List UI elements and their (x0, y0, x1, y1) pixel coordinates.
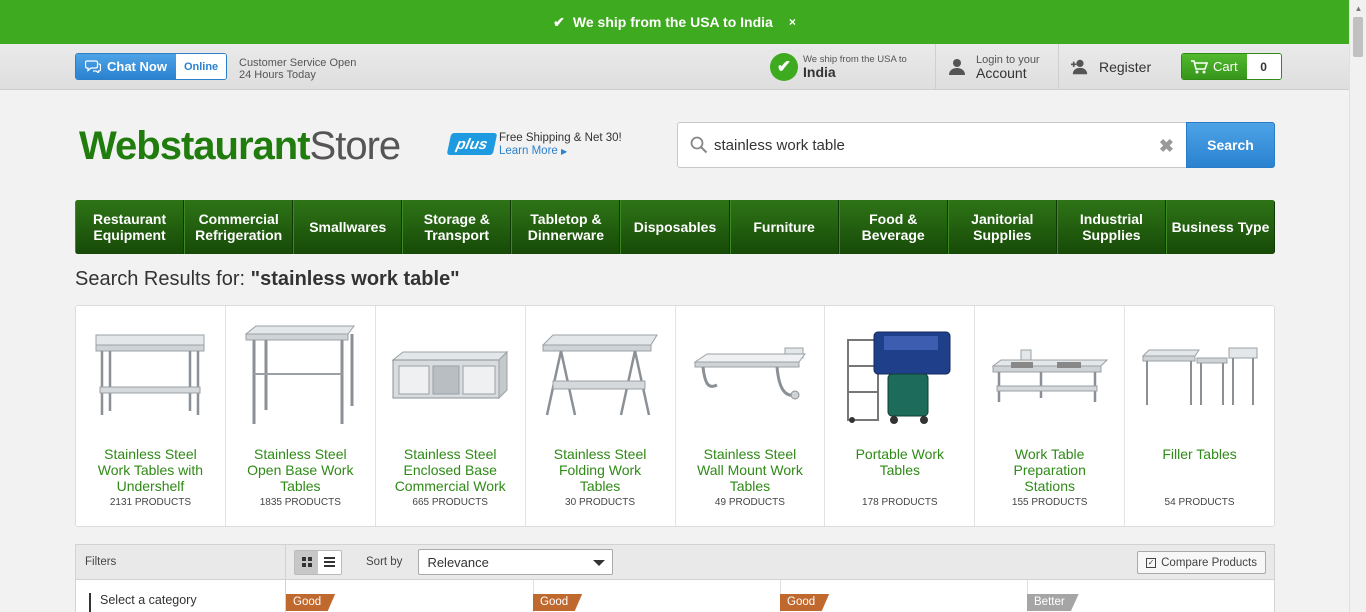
divider (285, 580, 286, 612)
user-icon (949, 59, 965, 75)
category-name[interactable]: Stainless Steel Wall Mount Work Tables (676, 446, 825, 494)
cart-label: Cart (1213, 59, 1238, 74)
search-input[interactable] (714, 136, 1134, 154)
search-icon (690, 136, 708, 154)
shopping-cart-icon (1191, 59, 1208, 73)
chat-now-label: Chat Now (107, 59, 167, 74)
nav-food-beverage[interactable]: Food & Beverage (838, 200, 948, 254)
results-toolbar: Filters Sort by Relevance ✓ Compare Prod… (75, 544, 1275, 580)
shipping-banner-text: We ship from the USA to India (572, 14, 773, 30)
category-tile[interactable]: Filler Tables 54 PRODUCTS (1125, 306, 1274, 526)
ship-to-country-name: India (803, 64, 836, 80)
category-name[interactable]: Stainless Steel Open Base Work Tables (226, 446, 375, 494)
product-image[interactable] (676, 306, 825, 446)
check-icon: ✔ (553, 13, 565, 30)
chevron-down-icon (593, 560, 606, 566)
compare-checkbox-icon: ✓ (1146, 557, 1157, 568)
shipping-banner: ✔ We ship from the USA to India × (0, 0, 1349, 44)
select-category-filter[interactable]: Select a category (89, 593, 197, 612)
category-name[interactable]: Stainless Steel Enclosed Base Commercial… (376, 446, 525, 494)
compare-products-button[interactable]: ✓ Compare Products (1137, 551, 1266, 574)
category-name[interactable]: Stainless Steel Work Tables with Undersh… (76, 446, 225, 494)
utility-bar: Chat Now Online Customer Service Open 24… (0, 44, 1349, 90)
category-product-count: 2131 PRODUCTS (109, 497, 191, 508)
scroll-up-arrow-icon[interactable]: ▲ (1350, 0, 1366, 17)
category-product-count: 30 PRODUCTS (565, 497, 636, 508)
nav-restaurant-equipment[interactable]: Restaurant Equipment (75, 200, 185, 254)
scrollbar-thumb[interactable] (1353, 17, 1363, 57)
nav-furniture[interactable]: Furniture (729, 200, 839, 254)
clear-search-icon[interactable]: ✖ (1159, 136, 1174, 157)
cart-button[interactable]: Cart 0 (1181, 53, 1282, 80)
category-tile[interactable]: Stainless Steel Open Base Work Tables 18… (226, 306, 376, 526)
nav-industrial-supplies[interactable]: Industrial Supplies (1056, 200, 1166, 254)
filters-heading: Filters (76, 545, 286, 579)
chat-bubble-icon (85, 60, 101, 73)
search-button[interactable]: Search (1186, 122, 1275, 168)
product-image[interactable] (1125, 306, 1274, 446)
checkmark-circle-icon: ✔ (770, 53, 798, 81)
category-tiles: Stainless Steel Work Tables with Undersh… (75, 305, 1275, 527)
page-scrollbar[interactable]: ▲ (1349, 0, 1366, 612)
search-field[interactable]: ✖ (677, 122, 1187, 168)
category-product-count: 665 PRODUCTS (412, 497, 488, 508)
ship-to-country[interactable]: ✔ We ship from the USA to India (762, 44, 907, 90)
category-tile[interactable]: Stainless Steel Wall Mount Work Tables 4… (676, 306, 826, 526)
quality-tag: Good (286, 594, 336, 611)
search-query: "stainless work table" (250, 268, 460, 290)
chat-now-button[interactable]: Chat Now Online (75, 53, 228, 80)
sort-by-label: Sort by (366, 556, 403, 568)
register-label: Register (1099, 59, 1152, 75)
account-login-link[interactable]: Login to your Account (935, 44, 1059, 90)
list-view-icon[interactable] (318, 550, 341, 574)
category-tile[interactable]: Work Table Preparation Stations 155 PROD… (975, 306, 1126, 526)
plus-promo: Free Shipping & Net 30! Learn More ▶ (499, 132, 622, 158)
caret-right-icon: ▶ (561, 147, 568, 156)
customer-service-hours: Customer Service Open 24 Hours Today (239, 57, 357, 81)
webstaurantstore-logo[interactable]: WebstaurantStore (79, 123, 401, 169)
product-image[interactable] (226, 306, 375, 446)
add-user-icon (1071, 59, 1088, 75)
product-image[interactable] (526, 306, 675, 446)
results-content-area: Select a category Good Good Good Better (75, 580, 1275, 612)
product-image[interactable] (975, 306, 1124, 446)
product-image[interactable] (825, 306, 974, 446)
nav-storage-transport[interactable]: Storage & Transport (402, 200, 512, 254)
nav-commercial-refrigeration[interactable]: Commercial Refrigeration (184, 200, 294, 254)
quality-tag: Good (533, 594, 583, 611)
nav-business-type[interactable]: Business Type (1165, 200, 1275, 254)
search-results-title: Search Results for: "stainless work tabl… (75, 268, 460, 290)
category-name[interactable]: Portable Work Tables (825, 446, 974, 494)
register-link[interactable]: Register (1058, 44, 1165, 90)
quality-tag: Good (780, 594, 830, 611)
main-category-nav: Restaurant Equipment Commercial Refriger… (75, 200, 1275, 254)
product-image[interactable] (76, 306, 225, 446)
learn-more-link[interactable]: Learn More ▶ (499, 145, 622, 158)
sort-by-select[interactable]: Relevance (418, 549, 614, 575)
quality-tag: Better (1027, 594, 1079, 611)
category-name[interactable]: Stainless Steel Folding Work Tables (526, 446, 675, 494)
category-tile[interactable]: Stainless Steel Folding Work Tables 30 P… (526, 306, 676, 526)
category-product-count: 178 PRODUCTS (862, 497, 938, 508)
plus-badge[interactable]: plus (446, 133, 498, 155)
view-toggle (294, 549, 342, 575)
category-product-count: 54 PRODUCTS (1164, 497, 1235, 508)
category-product-count: 1835 PRODUCTS (259, 497, 341, 508)
category-product-count: 155 PRODUCTS (1011, 497, 1088, 508)
category-tile[interactable]: Stainless Steel Enclosed Base Commercial… (376, 306, 526, 526)
grid-view-icon[interactable] (295, 550, 318, 574)
category-product-count: 49 PRODUCTS (714, 497, 785, 508)
close-icon[interactable]: × (789, 15, 796, 29)
nav-smallwares[interactable]: Smallwares (293, 200, 403, 254)
nav-tabletop-dinnerware[interactable]: Tabletop & Dinnerware (511, 200, 621, 254)
product-image[interactable] (376, 306, 525, 446)
nav-janitorial-supplies[interactable]: Janitorial Supplies (947, 200, 1057, 254)
category-tile[interactable]: Portable Work Tables 178 PRODUCTS (825, 306, 976, 526)
cart-count: 0 (1246, 54, 1281, 79)
category-name[interactable]: Filler Tables (1148, 446, 1250, 494)
chat-status-badge: Online (175, 54, 227, 79)
category-tile[interactable]: Stainless Steel Work Tables with Undersh… (76, 306, 226, 526)
category-name[interactable]: Work Table Preparation Stations (975, 446, 1124, 494)
nav-disposables[interactable]: Disposables (620, 200, 730, 254)
